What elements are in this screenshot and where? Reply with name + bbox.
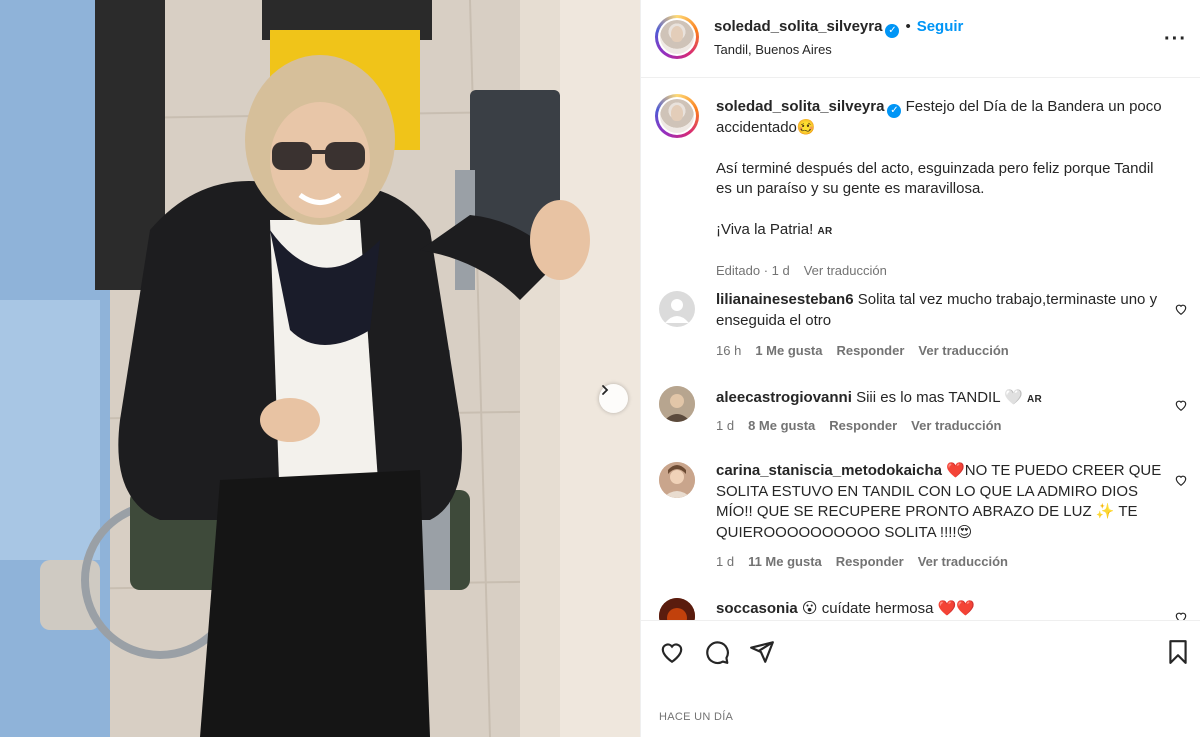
caption-meta: Editado · 1 d Ver traducción <box>716 263 901 278</box>
comment-text: aleecastrogiovanni Siii es lo mas TANDIL… <box>716 388 1171 411</box>
post-sidebar: soledad_solita_silveyra ✓ • Seguir Tandil, … <box>640 0 1200 737</box>
avatar-photo <box>659 598 695 620</box>
commenter-avatar[interactable] <box>659 462 695 498</box>
next-photo-button[interactable] <box>599 384 628 413</box>
flag-ar: AR <box>1027 394 1043 405</box>
verified-badge-icon: ✓ <box>885 24 900 38</box>
verified-badge-icon: ✓ <box>887 104 902 118</box>
commenter-avatar[interactable] <box>659 291 695 327</box>
comment-body: 😮 cuídate hermosa ❤️❤️ <box>801 600 975 617</box>
comment-age: 1 d <box>716 554 735 569</box>
author-avatar[interactable] <box>655 15 699 59</box>
default-avatar-icon <box>665 299 689 323</box>
avatar-photo <box>659 386 695 422</box>
comment-likes[interactable]: 1 Me gusta <box>755 343 822 358</box>
reply-button[interactable]: Responder <box>829 418 897 433</box>
comment-like-icon[interactable] <box>1174 398 1188 412</box>
chevron-right-icon <box>602 385 609 395</box>
translate-button[interactable]: Ver traducción <box>911 418 1001 433</box>
bookmark-icon[interactable] <box>1165 639 1191 665</box>
comments-list[interactable]: soledad_solita_silveyra ✓ Festejo del Día… <box>641 79 1200 620</box>
post-photo[interactable] <box>0 0 640 737</box>
author-username[interactable]: soledad_solita_silveyra <box>714 18 882 35</box>
caption-username[interactable]: soledad_solita_silveyra <box>716 98 884 115</box>
heart-icon[interactable] <box>659 639 685 665</box>
share-icon[interactable] <box>749 639 775 665</box>
commenter-username[interactable]: carina_staniscia_metodokaicha <box>716 462 942 479</box>
comment-meta: 1 d 11 Me gusta Responder Ver traducción <box>716 554 1022 569</box>
post-timestamp[interactable]: HACE UN DÍA <box>659 711 733 723</box>
comment-meta: 16 h 1 Me gusta Responder Ver traducción <box>716 343 1023 358</box>
comment-like-icon[interactable] <box>1174 473 1188 487</box>
comment-age: 1 d <box>716 418 735 433</box>
author-line: soledad_solita_silveyra ✓ • Seguir <box>714 18 964 38</box>
commenter-username[interactable]: soccasonia <box>716 600 798 617</box>
post-location[interactable]: Tandil, Buenos Aires <box>714 42 832 57</box>
comment-age: 16 h <box>716 343 742 358</box>
comment-like-icon[interactable] <box>1174 610 1188 620</box>
comment-text: soccasonia 😮 cuídate hermosa ❤️❤️ <box>716 599 1171 620</box>
caption-edited: Editado · 1 d <box>716 263 790 278</box>
caption-translate-link[interactable]: Ver traducción <box>804 263 887 278</box>
reply-button[interactable]: Responder <box>837 343 905 358</box>
translate-button[interactable]: Ver traducción <box>918 554 1008 569</box>
flag-ar: AR <box>817 225 833 237</box>
translate-button[interactable]: Ver traducción <box>918 343 1008 358</box>
comment-likes[interactable]: 11 Me gusta <box>748 554 822 569</box>
commenter-username[interactable]: lilianainesesteban6 <box>716 291 854 308</box>
follow-button[interactable]: Seguir <box>917 18 964 35</box>
caption-text: soledad_solita_silveyra ✓ Festejo del Día… <box>716 97 1171 242</box>
caption-line-3: ¡Viva la Patria! <box>716 220 814 238</box>
commenter-avatar[interactable] <box>659 598 695 620</box>
comment-like-icon[interactable] <box>1174 302 1188 316</box>
action-bar <box>641 620 1200 680</box>
caption-avatar[interactable] <box>655 94 699 138</box>
comment-body: Siii es lo mas TANDIL 🤍 <box>856 389 1023 406</box>
comment-text: lilianainesesteban6 Solita tal vez mucho… <box>716 290 1171 331</box>
comment-meta: 1 d 8 Me gusta Responder Ver traducción <box>716 418 1015 433</box>
post-header: soledad_solita_silveyra ✓ • Seguir Tandil, … <box>641 0 1200 78</box>
comment-text: carina_staniscia_metodokaicha ❤️NO TE PU… <box>716 461 1171 543</box>
commenter-avatar[interactable] <box>659 386 695 422</box>
more-options-icon[interactable]: ··· <box>1164 28 1187 51</box>
avatar-photo <box>659 462 695 498</box>
comment-likes[interactable]: 8 Me gusta <box>748 418 815 433</box>
commenter-username[interactable]: aleecastrogiovanni <box>716 389 852 406</box>
caption-line-2: Así terminé después del acto, esguinzada… <box>716 159 1154 198</box>
comment-icon[interactable] <box>704 639 730 665</box>
photo-illustration <box>0 0 640 737</box>
reply-button[interactable]: Responder <box>836 554 904 569</box>
